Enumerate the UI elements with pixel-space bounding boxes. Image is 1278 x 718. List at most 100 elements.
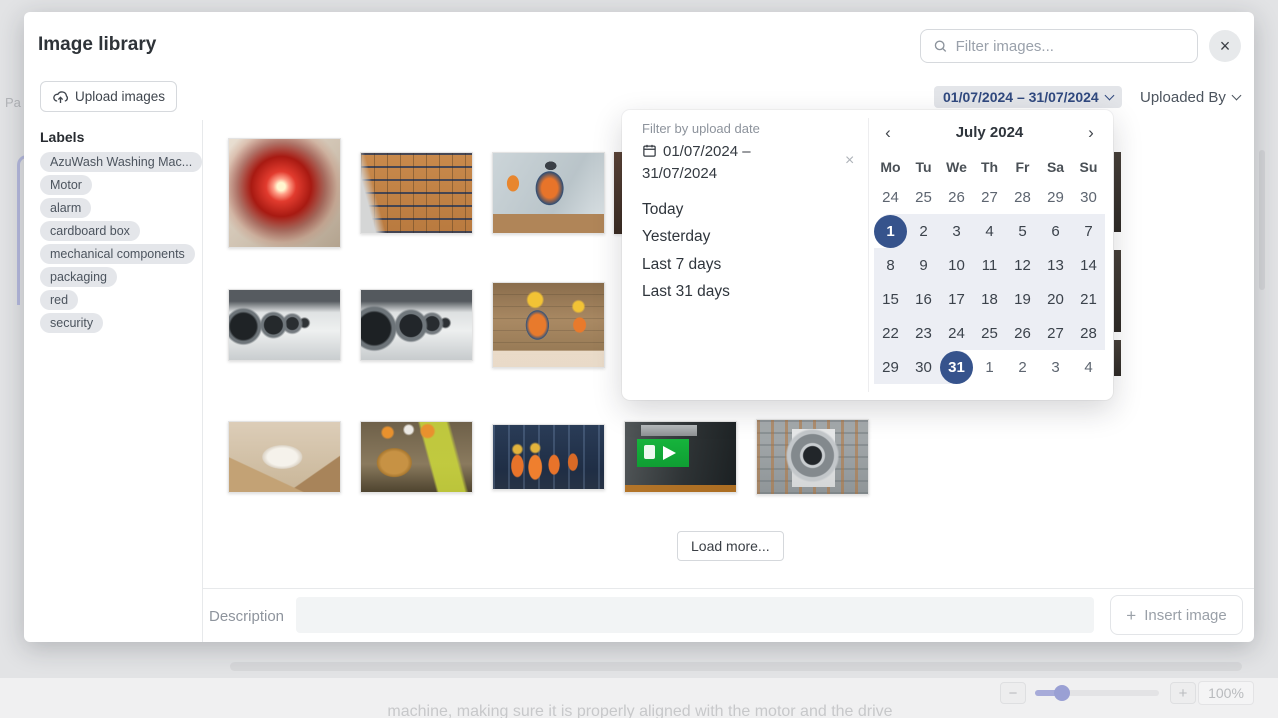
uploaded-by-filter[interactable]: Uploaded By — [1140, 86, 1240, 108]
calendar-day-12[interactable]: 12 — [1006, 248, 1039, 282]
calendar-day-24[interactable]: 24 — [940, 316, 973, 350]
label-tag-motor[interactable]: Motor — [40, 175, 92, 195]
date-shortcut-yesterday[interactable]: Yesterday — [642, 224, 730, 252]
label-tag-azuwash-washing-mac[interactable]: AzuWash Washing Mac... — [40, 152, 202, 172]
workers-carrying-box-image[interactable] — [360, 421, 473, 493]
calendar-day-2[interactable]: 2 — [1006, 350, 1039, 384]
partially-hidden-image[interactable] — [1114, 340, 1121, 376]
plus-icon: + — [1126, 607, 1136, 624]
calendar-day-3[interactable]: 3 — [940, 214, 973, 248]
calendar-day-30[interactable]: 30 — [1072, 180, 1105, 214]
selected-date-range[interactable]: 01/07/2024 – 31/07/2024 — [642, 141, 832, 185]
labels-list: AzuWash Washing Mac... Motor alarm cardboar… — [40, 152, 200, 336]
footer-divider — [202, 588, 1254, 589]
label-tag-red[interactable]: red — [40, 290, 78, 310]
gallery-cell — [218, 391, 350, 523]
calendar-day-4[interactable]: 4 — [973, 214, 1006, 248]
calendar-day-24[interactable]: 24 — [874, 180, 907, 214]
search-input[interactable] — [956, 38, 1185, 55]
zoom-out-button[interactable]: − — [1000, 682, 1026, 704]
calendar-day-19[interactable]: 19 — [1006, 282, 1039, 316]
factory-workers-orange-image[interactable] — [492, 424, 605, 490]
label-tag-security[interactable]: security — [40, 313, 103, 333]
close-modal-button[interactable]: × — [1209, 30, 1241, 62]
calendar-day-25[interactable]: 25 — [973, 316, 1006, 350]
calendar-day-6[interactable]: 6 — [1039, 214, 1072, 248]
calendar-day-14[interactable]: 14 — [1072, 248, 1105, 282]
calendar-day-2[interactable]: 2 — [907, 214, 940, 248]
labels-heading: Labels — [40, 129, 84, 145]
calendar-day-5[interactable]: 5 — [1006, 214, 1039, 248]
label-tag-mechanical-components[interactable]: mechanical components — [40, 244, 195, 264]
calendar-day-27[interactable]: 27 — [973, 180, 1006, 214]
calendar-day-26[interactable]: 26 — [940, 180, 973, 214]
washing-machine-parts-image[interactable] — [756, 419, 869, 495]
calendar-day-31[interactable]: 31 — [940, 350, 973, 384]
calendar-day-27[interactable]: 27 — [1039, 316, 1072, 350]
open-cardboard-box-image[interactable] — [228, 421, 341, 493]
calendar-day-15[interactable]: 15 — [874, 282, 907, 316]
calendar-day-30[interactable]: 30 — [907, 350, 940, 384]
gallery-row — [218, 391, 878, 523]
calendar-day-29[interactable]: 29 — [1039, 180, 1072, 214]
date-shortcut-last-31-days[interactable]: Last 31 days — [642, 279, 730, 307]
calendar-day-28[interactable]: 28 — [1072, 316, 1105, 350]
calendar-day-10[interactable]: 10 — [940, 248, 973, 282]
calendar-day-13[interactable]: 13 — [1039, 248, 1072, 282]
clear-date-range-icon[interactable]: × — [845, 152, 854, 170]
description-input[interactable] — [296, 597, 1094, 633]
calendar-day-18[interactable]: 18 — [973, 282, 1006, 316]
calendar-day-11[interactable]: 11 — [973, 248, 1006, 282]
previous-month-button[interactable]: ‹ — [874, 124, 902, 141]
zoom-in-button[interactable]: + — [1170, 682, 1196, 704]
calendar-day-1[interactable]: 1 — [874, 214, 907, 248]
zoom-slider-handle[interactable] — [1054, 685, 1070, 701]
calendar-day-26[interactable]: 26 — [1006, 316, 1039, 350]
calendar-day-16[interactable]: 16 — [907, 282, 940, 316]
calendar-day-21[interactable]: 21 — [1072, 282, 1105, 316]
calendar-day-3[interactable]: 3 — [1039, 350, 1072, 384]
red-alarm-beacon-image[interactable] — [228, 138, 341, 248]
date-shortcut-today[interactable]: Today — [642, 196, 730, 224]
green-exit-sign-image[interactable] — [624, 421, 737, 493]
close-icon: × — [1220, 36, 1231, 57]
worker-scanning-boxes-image[interactable] — [492, 282, 605, 368]
date-range-label: 01/07/2024 – 31/07/2024 — [943, 89, 1099, 105]
partially-hidden-image[interactable] — [1114, 250, 1121, 332]
calendar-day-28[interactable]: 28 — [1006, 180, 1039, 214]
calendar-day-20[interactable]: 20 — [1039, 282, 1072, 316]
chevron-down-icon — [1104, 90, 1114, 100]
partially-hidden-image[interactable] — [1114, 152, 1121, 232]
washing-machine-drums-image[interactable] — [360, 289, 473, 361]
worker-packing-box-image[interactable] — [492, 152, 605, 234]
washing-machines-row-image[interactable] — [228, 289, 341, 361]
date-range-filter[interactable]: 01/07/2024 – 31/07/2024 — [934, 86, 1122, 108]
calendar-day-4[interactable]: 4 — [1072, 350, 1105, 384]
calendar-day-1[interactable]: 1 — [973, 350, 1006, 384]
gallery-cell — [350, 127, 482, 259]
date-shortcut-last-7-days[interactable]: Last 7 days — [642, 251, 730, 279]
date-shortcuts: TodayYesterdayLast 7 daysLast 31 days — [642, 196, 730, 306]
calendar-day-9[interactable]: 9 — [907, 248, 940, 282]
load-more-button[interactable]: Load more... — [677, 531, 784, 561]
label-tag-alarm[interactable]: alarm — [40, 198, 91, 218]
upload-images-button[interactable]: Upload images — [40, 81, 177, 112]
date-range-line1: 01/07/2024 – — [663, 143, 751, 160]
background-scrollbar — [1259, 150, 1265, 290]
calendar-day-29[interactable]: 29 — [874, 350, 907, 384]
calendar-day-23[interactable]: 23 — [907, 316, 940, 350]
label-tag-cardboard-box[interactable]: cardboard box — [40, 221, 140, 241]
filter-images-search[interactable] — [920, 29, 1198, 63]
day-header-sa: Sa — [1039, 154, 1072, 180]
calendar-day-17[interactable]: 17 — [940, 282, 973, 316]
insert-image-button[interactable]: + Insert image — [1110, 595, 1243, 635]
calendar-day-25[interactable]: 25 — [907, 180, 940, 214]
next-month-button[interactable]: › — [1077, 124, 1105, 141]
calendar-day-22[interactable]: 22 — [874, 316, 907, 350]
calendar-day-8[interactable]: 8 — [874, 248, 907, 282]
calendar-day-7[interactable]: 7 — [1072, 214, 1105, 248]
label-tag-packaging[interactable]: packaging — [40, 267, 117, 287]
calendar-header: ‹ July 2024 › — [874, 118, 1105, 146]
warehouse-racks-image[interactable] — [360, 152, 473, 234]
gallery-cell — [218, 127, 350, 259]
